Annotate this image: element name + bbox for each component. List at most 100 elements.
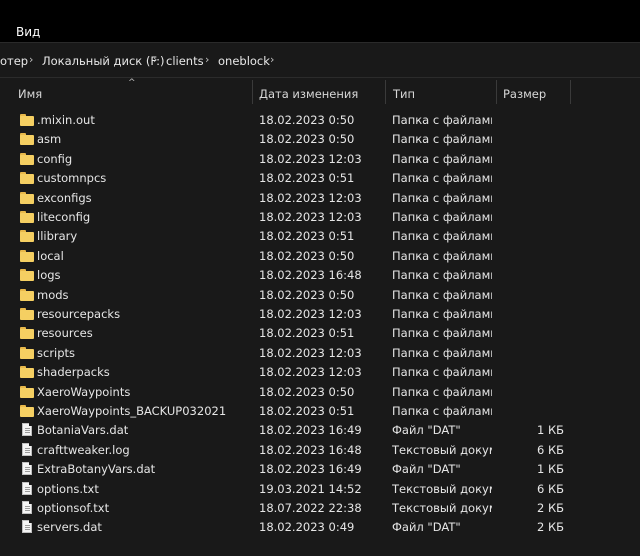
folder-icon <box>20 288 34 301</box>
file-size: 1 КБ <box>536 462 564 477</box>
file-type: Папка с файлами <box>392 384 492 399</box>
file-date: 18.02.2023 0:49 <box>259 520 355 535</box>
file-date: 18.02.2023 0:50 <box>259 384 355 399</box>
file-name: scripts <box>37 345 76 360</box>
sort-up-icon: ^ <box>128 78 136 88</box>
file-name: exconfigs <box>37 190 92 205</box>
file-type: Папка с файлами <box>392 326 492 341</box>
chevron-right-icon[interactable]: › <box>270 53 274 66</box>
file-date: 18.02.2023 0:50 <box>259 113 355 127</box>
file-row[interactable]: customnpcs 18.02.2023 0:51 Папка с файлами <box>0 168 640 187</box>
file-row[interactable]: optionsof.txt 18.07.2022 22:38 Текстовый д… <box>0 498 640 517</box>
file-name: customnpcs <box>37 171 107 186</box>
file-name: ExtraBotanyVars.dat <box>37 462 156 477</box>
file-row[interactable]: resources 18.02.2023 0:51 Папка с файлами <box>0 323 640 342</box>
file-type: Текстовый докум... <box>392 481 492 496</box>
file-name: .mixin.out <box>37 113 95 127</box>
file-row[interactable]: liteconfig 18.02.2023 12:03 Папка с файлам… <box>0 207 640 226</box>
file-date: 18.02.2023 12:03 <box>259 345 362 360</box>
file-row[interactable]: ExtraBotanyVars.dat 18.02.2023 16:49 Файл … <box>0 459 640 478</box>
file-date: 18.02.2023 0:50 <box>259 132 355 147</box>
file-date: 18.02.2023 0:50 <box>259 248 355 263</box>
file-type: Папка с файлами <box>392 171 492 186</box>
file-type: Папка с файлами <box>392 268 492 283</box>
file-date: 18.02.2023 16:49 <box>259 462 362 477</box>
file-type: Папка с файлами <box>392 151 492 166</box>
file-row[interactable]: crafttweaker.log 18.02.2023 16:48 Текстовы… <box>0 440 640 459</box>
breadcrumb-item-computer[interactable]: отер <box>0 54 28 68</box>
file-size: 1 КБ <box>536 423 564 438</box>
file-name: BotaniaVars.dat <box>37 423 129 438</box>
file-name: local <box>37 248 64 263</box>
column-header: ^ Имя Дата изменения Тип Размер <box>0 78 640 108</box>
file-row[interactable]: shaderpacks 18.02.2023 12:03 Папка с файла… <box>0 362 640 381</box>
folder-icon <box>20 346 34 359</box>
file-date: 18.02.2023 16:48 <box>259 268 362 283</box>
column-divider[interactable] <box>252 80 253 104</box>
file-row[interactable]: BotaniaVars.dat 18.02.2023 16:49 Файл "DAT… <box>0 420 640 439</box>
file-type: Папка с файлами <box>392 132 492 147</box>
file-type: Текстовый докум... <box>392 442 492 457</box>
file-row[interactable]: XaeroWaypoints 18.02.2023 0:50 Папка с фай… <box>0 382 640 401</box>
file-name: liteconfig <box>37 210 91 224</box>
folder-icon <box>20 327 34 340</box>
folder-icon <box>20 230 34 243</box>
file-date: 18.02.2023 12:03 <box>259 307 362 321</box>
breadcrumb-item-clients[interactable]: clients <box>166 54 204 68</box>
file-date: 18.02.2023 16:49 <box>259 423 362 438</box>
folder-icon <box>20 405 34 417</box>
chevron-right-icon[interactable]: › <box>153 53 157 66</box>
file-name: crafttweaker.log <box>37 442 130 457</box>
file-icon <box>22 423 32 437</box>
file-type: Папка с файлами <box>392 248 492 263</box>
folder-icon <box>20 385 34 398</box>
file-row[interactable]: mods 18.02.2023 0:50 Папка с файлами <box>0 285 640 304</box>
file-row[interactable]: exconfigs 18.02.2023 12:03 Папка с файлами <box>0 188 640 207</box>
file-row[interactable]: logs 18.02.2023 16:48 Папка с файлами <box>0 265 640 284</box>
address-bar[interactable]: отер › Локальный диск (F:) › clients › o… <box>0 43 640 78</box>
folder-icon <box>20 269 34 282</box>
file-row[interactable]: servers.dat 18.02.2023 0:49 Файл "DAT" 2 КБ <box>0 517 640 536</box>
file-size: 6 КБ <box>536 442 564 457</box>
file-row[interactable]: .mixin.out 18.02.2023 0:50 Папка с файлами <box>0 110 640 129</box>
file-row[interactable]: options.txt 19.03.2021 14:52 Текстовый док… <box>0 479 640 498</box>
breadcrumb-item-drive[interactable]: Локальный диск (F:) <box>42 54 164 68</box>
breadcrumb-item-oneblock[interactable]: oneblock <box>218 54 270 68</box>
file-type: Папка с файлами <box>392 113 492 127</box>
file-name: mods <box>37 287 69 302</box>
file-row[interactable]: scripts 18.02.2023 12:03 Папка с файлами <box>0 343 640 362</box>
file-date: 18.02.2023 0:51 <box>259 171 355 186</box>
file-type: Папка с файлами <box>392 365 492 380</box>
file-date: 18.02.2023 12:03 <box>259 365 362 380</box>
file-row[interactable]: config 18.02.2023 12:03 Папка с файлами <box>0 149 640 168</box>
column-type[interactable]: Тип <box>393 87 415 101</box>
file-type: Папка с файлами <box>392 190 492 205</box>
file-type: Файл "DAT" <box>392 462 461 477</box>
file-type: Папка с файлами <box>392 345 492 360</box>
column-divider[interactable] <box>570 80 571 104</box>
file-date: 18.02.2023 12:03 <box>259 210 362 224</box>
file-icon <box>22 462 32 476</box>
column-divider[interactable] <box>385 80 386 104</box>
file-row[interactable]: resourcepacks 18.02.2023 12:03 Папка с фай… <box>0 304 640 323</box>
menu-view[interactable]: Вид <box>16 25 40 39</box>
chevron-right-icon[interactable]: › <box>205 53 209 66</box>
file-row[interactable]: local 18.02.2023 0:50 Папка с файлами <box>0 246 640 265</box>
column-size[interactable]: Размер <box>503 87 546 101</box>
column-divider[interactable] <box>496 80 497 104</box>
file-row[interactable]: XaeroWaypoints_BACKUP032021 18.02.2023 0:… <box>0 401 640 420</box>
file-date: 18.02.2023 0:51 <box>259 326 355 341</box>
file-row[interactable]: llibrary 18.02.2023 0:51 Папка с файлами <box>0 226 640 245</box>
file-name: optionsof.txt <box>37 501 110 515</box>
file-row[interactable]: asm 18.02.2023 0:50 Папка с файлами <box>0 129 640 148</box>
file-name: shaderpacks <box>37 365 110 380</box>
file-type: Папка с файлами <box>392 404 492 418</box>
column-name[interactable]: Имя <box>18 87 42 101</box>
column-date[interactable]: Дата изменения <box>259 87 358 101</box>
file-size: 2 КБ <box>536 501 564 515</box>
chevron-right-icon[interactable]: › <box>29 53 33 66</box>
file-icon <box>22 481 32 495</box>
folder-icon <box>20 366 34 379</box>
file-size: 6 КБ <box>536 481 564 496</box>
file-type: Папка с файлами <box>392 307 492 321</box>
